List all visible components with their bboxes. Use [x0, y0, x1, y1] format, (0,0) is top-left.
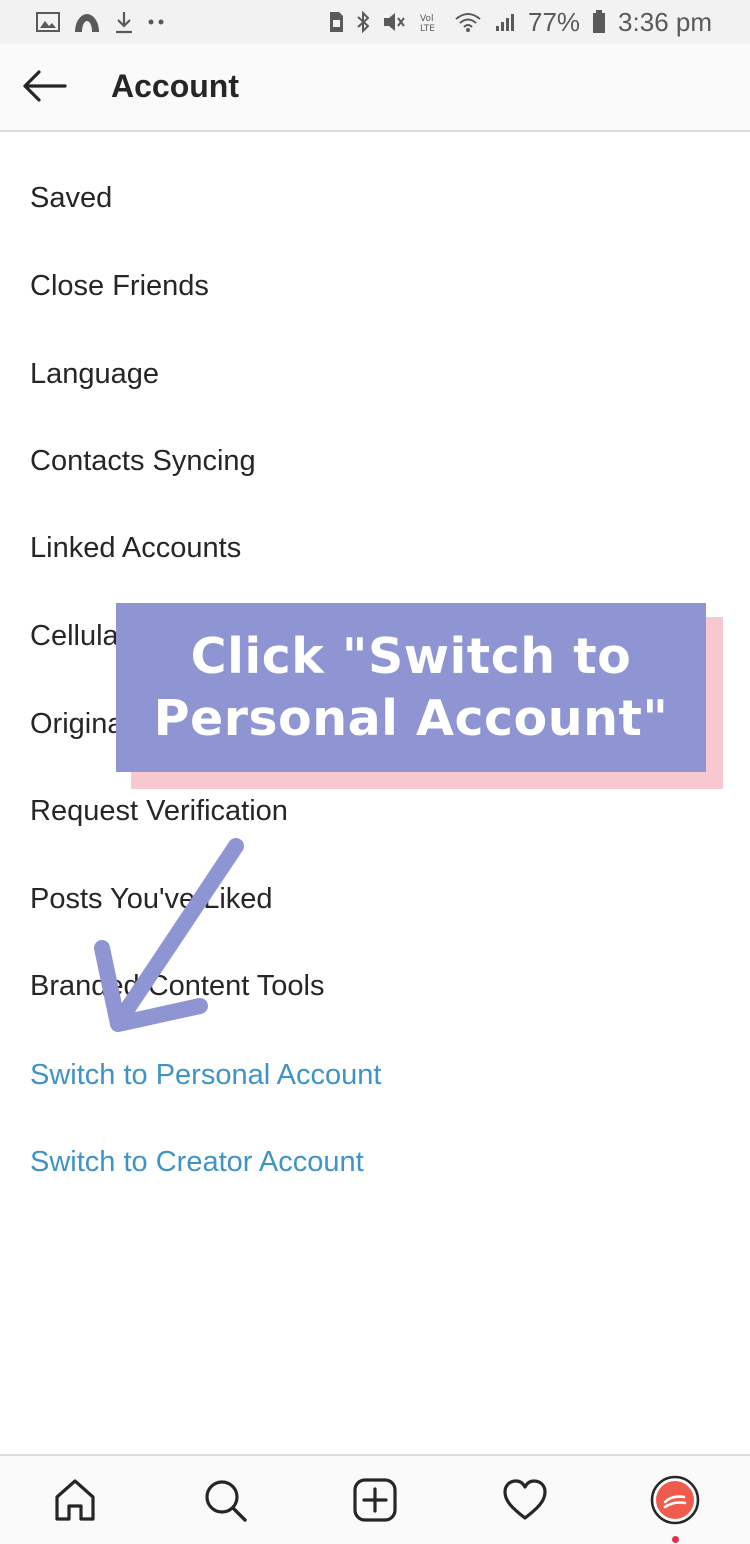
signal-icon — [494, 11, 516, 33]
nav-home-button[interactable] — [49, 1476, 101, 1528]
app-header: Account — [0, 44, 750, 132]
instruction-callout: Click "Switch to Personal Account" — [116, 603, 706, 772]
nav-search-button[interactable] — [199, 1476, 251, 1528]
callout-line-2: Personal Account" — [153, 689, 669, 747]
cloud-icon — [72, 12, 102, 32]
callout-line-1: Click "Switch to — [190, 627, 632, 685]
more-dots-icon — [146, 17, 166, 27]
menu-item-branded-content-tools[interactable]: Branded Content Tools — [30, 956, 325, 1016]
search-icon — [202, 1477, 248, 1528]
status-left — [36, 10, 166, 34]
home-icon — [52, 1477, 98, 1528]
menu-item-close-friends[interactable]: Close Friends — [30, 256, 209, 316]
add-post-icon — [352, 1477, 398, 1528]
image-icon — [36, 12, 60, 32]
sim-icon — [328, 11, 344, 33]
menu-item-saved[interactable]: Saved — [30, 168, 112, 228]
volte-icon: Vol LTE — [418, 11, 442, 33]
svg-text:LTE: LTE — [420, 24, 435, 33]
profile-notification-dot — [672, 1536, 679, 1543]
mute-icon — [382, 11, 406, 33]
switch-to-creator-account-link[interactable]: Switch to Creator Account — [30, 1132, 364, 1192]
menu-item-request-verification[interactable]: Request Verification — [30, 781, 288, 841]
menu-item-language[interactable]: Language — [30, 344, 159, 404]
clock: 3:36 pm — [618, 6, 712, 37]
bottom-nav — [0, 1454, 750, 1544]
nav-profile-button[interactable] — [649, 1475, 701, 1530]
back-button[interactable] — [18, 64, 70, 112]
menu-item-posts-youve-liked[interactable]: Posts You've Liked — [30, 869, 273, 929]
menu-item-linked-accounts[interactable]: Linked Accounts — [30, 518, 241, 578]
battery-percent: 77% — [528, 6, 581, 37]
nav-activity-button[interactable] — [499, 1476, 551, 1528]
switch-to-personal-account-link[interactable]: Switch to Personal Account — [30, 1045, 381, 1105]
status-bar: Vol LTE 77% 3:36 pm — [0, 0, 750, 44]
activity-heart-icon — [502, 1477, 548, 1528]
wifi-icon — [454, 11, 482, 33]
arrow-left-icon — [21, 69, 67, 107]
nav-new-post-button[interactable] — [349, 1476, 401, 1528]
page-title: Account — [111, 68, 239, 104]
download-icon — [114, 10, 134, 34]
profile-avatar-icon — [650, 1475, 700, 1530]
battery-icon — [592, 10, 606, 34]
bluetooth-icon — [356, 11, 370, 33]
menu-item-contacts-syncing[interactable]: Contacts Syncing — [30, 431, 256, 491]
svg-text:Vol: Vol — [420, 14, 433, 24]
status-right: Vol LTE 77% 3:36 pm — [328, 7, 712, 38]
